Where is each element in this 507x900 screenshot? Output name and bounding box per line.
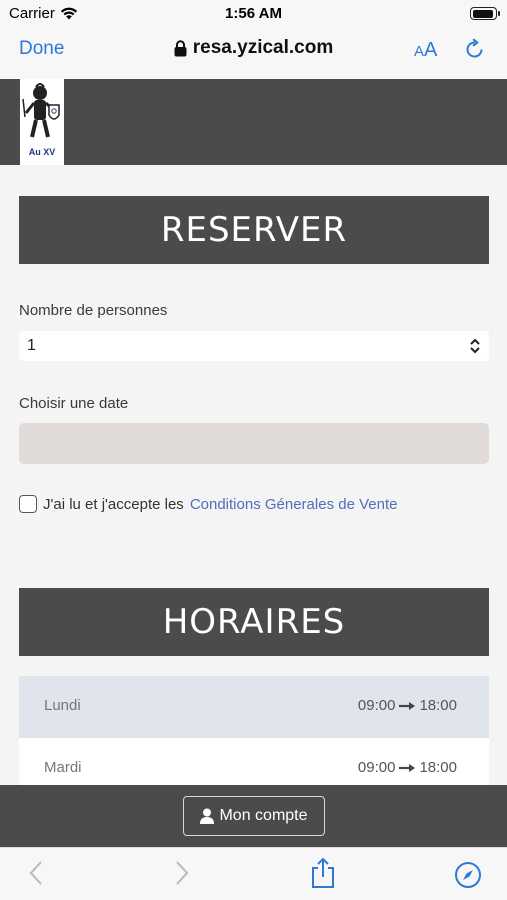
- share-icon[interactable]: [310, 857, 336, 894]
- hours-range: 09:00 18:00: [358, 697, 457, 714]
- arrow-right-icon: [399, 701, 416, 710]
- browser-bar: Done resa.yzical.com AA: [0, 28, 507, 79]
- hours-day: Lundi: [44, 697, 81, 714]
- cgv-checkbox[interactable]: [19, 495, 37, 513]
- site-header: Au XV: [0, 79, 507, 165]
- reserve-title: RESERVER: [19, 196, 489, 264]
- people-label: Nombre de personnes: [19, 302, 168, 319]
- logo-text: Au XV: [28, 147, 56, 157]
- hours-title: HORAIRES: [19, 588, 489, 656]
- hours-row: Lundi 09:00 18:00: [19, 676, 489, 738]
- date-input[interactable]: [19, 423, 489, 464]
- hours-close: 18:00: [419, 697, 457, 714]
- url-text: resa.yzical.com: [192, 37, 334, 58]
- hours-open: 09:00: [357, 697, 396, 714]
- people-select[interactable]: 1: [19, 331, 489, 361]
- hours-open: 09:00: [357, 759, 396, 776]
- cgv-row: J'ai lu et j'accepte les Conditions Géne…: [19, 495, 397, 513]
- date-label: Choisir une date: [19, 395, 129, 412]
- hours-table: Lundi 09:00 18:00 Mardi 09:00 18:00: [19, 676, 489, 800]
- status-time: 1:56 AM: [225, 5, 282, 22]
- people-value: 1: [27, 337, 36, 354]
- screen: Carrier 1:56 AM Done resa.yzical.com AA: [0, 0, 507, 900]
- account-button[interactable]: Mon compte: [183, 796, 325, 836]
- cgv-link[interactable]: Conditions Génerales de Vente: [190, 496, 398, 513]
- back-icon[interactable]: [28, 860, 44, 891]
- reload-icon[interactable]: [464, 38, 486, 67]
- status-bar: Carrier 1:56 AM: [0, 0, 507, 28]
- arrow-right-icon: [399, 763, 416, 772]
- forward-icon[interactable]: [174, 860, 190, 891]
- text-size-small: A: [414, 43, 425, 60]
- lock-icon: [174, 39, 187, 56]
- hours-day: Mardi: [44, 759, 82, 776]
- browser-toolbar: [0, 847, 507, 900]
- account-bar: Mon compte: [0, 785, 507, 847]
- text-size-button[interactable]: AA: [414, 39, 437, 62]
- knight-icon: [22, 83, 60, 138]
- cgv-text: J'ai lu et j'accepte les: [43, 495, 184, 513]
- compass-icon[interactable]: [454, 861, 482, 894]
- hours-range: 09:00 18:00: [358, 759, 457, 776]
- hours-close: 18:00: [419, 759, 457, 776]
- restaurant-logo[interactable]: Au XV: [20, 79, 64, 165]
- account-label: Mon compte: [219, 807, 308, 824]
- text-size-large: A: [424, 39, 438, 61]
- chevron-updown-icon: [470, 338, 480, 354]
- user-icon: [200, 808, 215, 824]
- battery-icon: [470, 7, 500, 20]
